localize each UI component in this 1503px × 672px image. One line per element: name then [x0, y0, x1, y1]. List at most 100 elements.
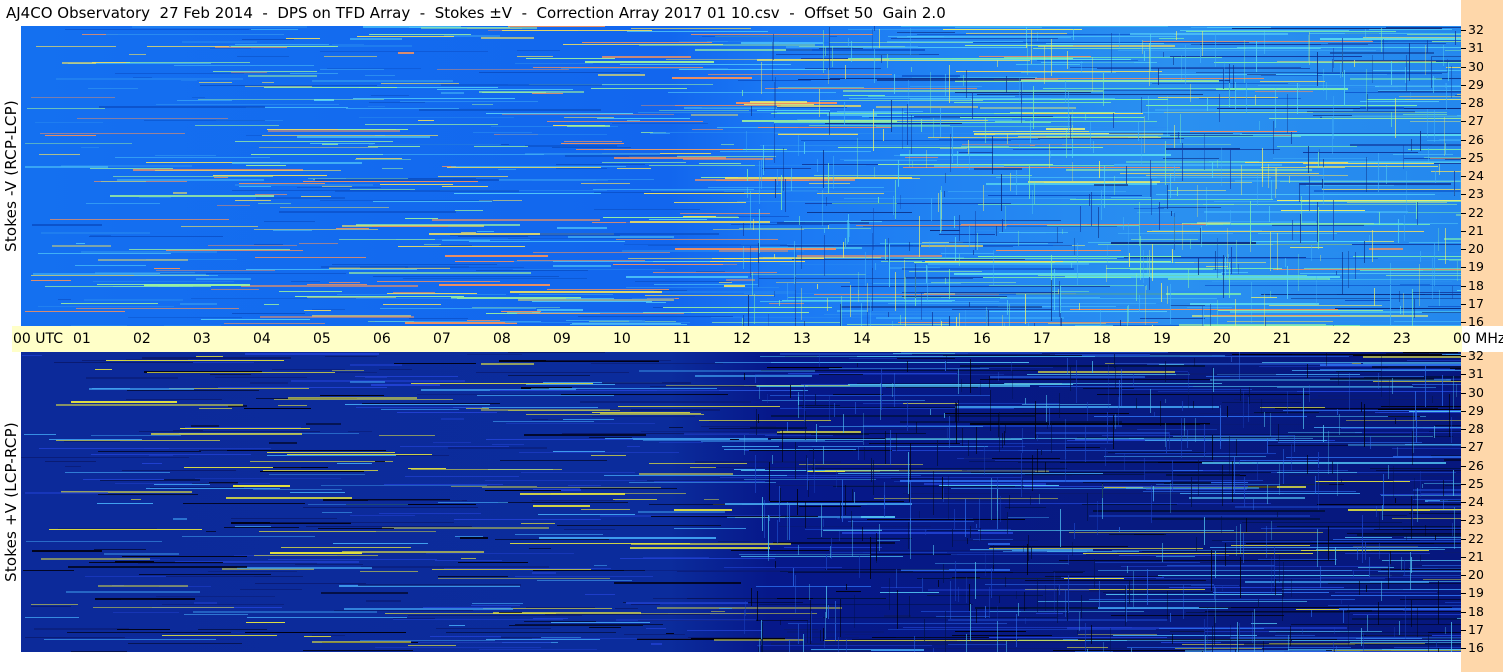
spectrogram-burst	[1282, 581, 1283, 621]
spectrogram-streak	[455, 210, 483, 211]
spectrogram-streak	[989, 611, 1144, 612]
spectrogram-burst	[781, 175, 782, 210]
spectrogram-streak	[1328, 43, 1446, 44]
spectrogram-burst	[1270, 232, 1271, 271]
spectrogram-burst	[873, 109, 874, 151]
spectrogram-streak	[602, 162, 686, 163]
spectrogram-streak	[653, 598, 777, 599]
spectrogram-burst	[932, 312, 933, 326]
spectrogram-streak	[927, 595, 1043, 596]
spectrogram-burst	[1172, 460, 1173, 492]
spectrogram-burst	[864, 447, 865, 460]
spectrogram-burst	[1323, 167, 1324, 204]
spectrogram-burst	[956, 317, 957, 326]
spectrogram-burst	[1303, 388, 1304, 429]
spectrogram-streak	[198, 629, 267, 630]
spectrogram-streak	[56, 440, 220, 441]
spectrogram-burst	[1028, 535, 1029, 561]
spectrogram-streak	[1095, 562, 1200, 563]
spectrogram-burst	[1355, 252, 1356, 279]
freq-tick-label: 30	[1468, 384, 1484, 400]
spectrogram-streak	[598, 74, 645, 76]
spectrogram-burst	[1195, 418, 1196, 442]
spectrogram-burst	[1378, 373, 1379, 389]
spectrogram-streak	[869, 443, 960, 444]
spectrogram-streak	[951, 554, 1086, 555]
spectrogram-burst	[854, 492, 855, 503]
spectrogram-burst	[1103, 642, 1104, 652]
spectrogram-streak	[975, 607, 1098, 609]
spectrogram-burst	[1165, 141, 1166, 185]
spectrogram-burst	[972, 92, 973, 119]
spectrogram-burst	[1010, 173, 1011, 191]
spectrogram-streak	[312, 80, 453, 82]
spectrogram-streak	[1428, 632, 1461, 633]
spectrogram-burst	[1365, 541, 1366, 560]
spectrogram-burst	[946, 355, 947, 370]
spectrogram-streak	[629, 320, 645, 322]
spectrogram-streak	[1365, 162, 1461, 163]
spectrogram-streak	[332, 44, 364, 45]
spectrogram-streak	[1333, 252, 1461, 254]
spectrogram-burst	[1443, 45, 1444, 66]
spectrogram-streak	[739, 554, 871, 555]
spectrogram-streak	[380, 184, 453, 185]
spectrogram-streak	[1246, 543, 1461, 544]
spectrogram-burst	[926, 150, 927, 168]
spectrogram-streak	[517, 56, 553, 57]
spectrogram-streak	[1335, 308, 1461, 309]
spectrogram-streak	[1428, 306, 1461, 307]
spectrogram-burst	[930, 72, 931, 113]
spectrogram-streak	[631, 604, 660, 605]
spectrogram-streak	[1255, 91, 1313, 92]
spectrogram-burst	[1252, 612, 1253, 643]
spectrogram-burst	[829, 27, 830, 70]
spectrogram-burst	[902, 108, 903, 149]
spectrogram-streak	[1370, 468, 1461, 469]
spectrogram-streak	[881, 587, 922, 588]
spectrogram-burst	[1275, 579, 1276, 595]
spectrogram-streak	[674, 202, 746, 203]
spectrogram-burst	[1101, 190, 1102, 220]
spectrogram-streak	[1320, 38, 1461, 40]
spectrogram-streak	[954, 273, 1222, 275]
spectrogram-streak	[405, 322, 517, 324]
spectrogram-streak	[432, 569, 591, 570]
spectrogram-streak	[1444, 459, 1461, 461]
spectrogram-streak	[1386, 353, 1461, 354]
spectrogram-streak	[350, 38, 402, 40]
spectrogram-burst	[1174, 125, 1175, 148]
spectrogram-streak	[1008, 517, 1049, 518]
spectrogram-streak	[863, 552, 1117, 553]
spectrogram-streak	[863, 403, 1060, 404]
spectrogram-streak	[115, 73, 290, 74]
spectrogram-streak	[654, 481, 765, 482]
spectrogram-streak	[1102, 435, 1294, 436]
freq-tick-label: 23	[1468, 186, 1484, 202]
spectrogram-streak	[970, 423, 1210, 425]
time-tick-label: 11	[673, 331, 691, 347]
spectrogram-burst	[1363, 633, 1364, 652]
spectrogram-burst	[1178, 132, 1179, 139]
spectrogram-burst	[1136, 398, 1137, 409]
spectrogram-burst	[814, 459, 815, 493]
spectrogram-streak	[928, 589, 1089, 591]
spectrogram-streak	[426, 553, 574, 554]
spectrogram-burst	[1200, 228, 1201, 243]
time-tick-label: 04	[253, 331, 271, 347]
spectrogram-burst	[1406, 55, 1407, 91]
spectrogram-streak	[949, 242, 1063, 243]
spectrogram-burst	[1181, 55, 1182, 81]
spectrogram-streak	[974, 230, 1088, 231]
spectrogram-burst	[898, 160, 899, 187]
spectrogram-streak	[224, 527, 299, 528]
spectrogram-streak	[726, 279, 755, 281]
spectrogram-burst	[1142, 40, 1143, 54]
spectrogram-burst	[1161, 283, 1162, 302]
spectrogram-streak	[561, 143, 624, 144]
spectrogram-streak	[525, 145, 617, 147]
spectrogram-streak	[674, 528, 746, 529]
spectrogram-streak	[526, 607, 595, 608]
freq-tick-label: 24	[1468, 168, 1484, 183]
spectrogram-burst	[997, 60, 998, 67]
